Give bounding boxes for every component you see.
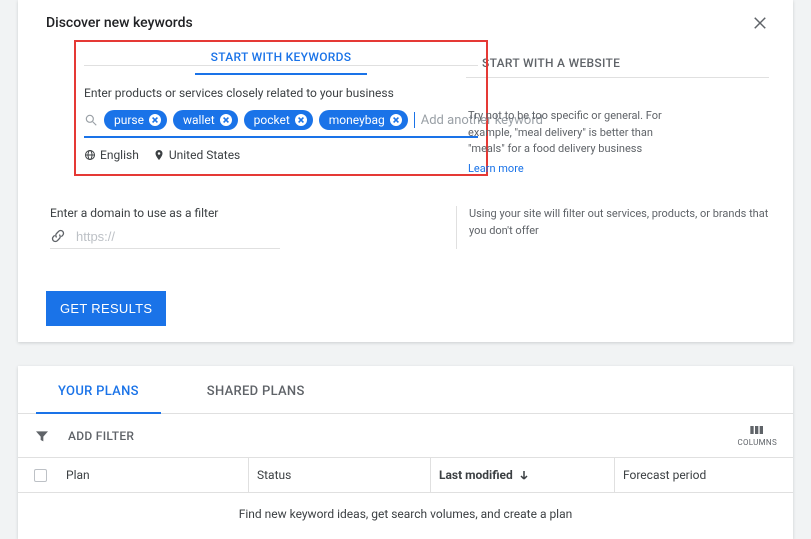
text-cursor (414, 112, 415, 128)
col-plan[interactable]: Plan (18, 458, 248, 492)
keyword-chips-row: purse wallet pocket moneybag Add another… (84, 110, 478, 138)
location-label: United States (169, 148, 240, 162)
sort-down-icon (519, 470, 529, 480)
col-last-modified[interactable]: Last modified (430, 458, 614, 492)
page-title: Discover new keywords (46, 15, 751, 31)
language-selector[interactable]: English (84, 148, 139, 162)
location-icon (153, 149, 165, 161)
domain-hint-text: Using your site will filter out services… (469, 206, 769, 239)
select-all-checkbox[interactable] (34, 469, 47, 482)
search-icon (84, 113, 98, 127)
chip-remove-icon[interactable] (220, 114, 232, 126)
columns-label: COLUMNS (737, 438, 777, 447)
plans-tabs: YOUR PLANS SHARED PLANS (18, 366, 793, 414)
tab-shared-plans[interactable]: SHARED PLANS (173, 366, 339, 413)
link-icon (50, 228, 66, 244)
filter-row: ADD FILTER COLUMNS (18, 414, 793, 458)
empty-state-message: Find new keyword ideas, get search volum… (18, 493, 793, 539)
filter-icon[interactable] (34, 428, 50, 444)
targeting-row: English United States (76, 138, 486, 162)
get-results-button[interactable]: GET RESULTS (46, 291, 166, 326)
keywords-hint-block: Try not to be too specific or general. F… (468, 108, 678, 176)
card-header: Discover new keywords (18, 0, 793, 40)
chip-label: wallet (183, 113, 215, 127)
globe-icon (84, 149, 96, 161)
tab-start-website[interactable]: START WITH A WEBSITE (466, 48, 636, 80)
add-filter-button[interactable]: ADD FILTER (68, 429, 134, 443)
tab-your-plans[interactable]: YOUR PLANS (24, 366, 173, 413)
location-selector[interactable]: United States (153, 148, 240, 162)
tab-start-keywords[interactable]: START WITH KEYWORDS (195, 42, 368, 74)
col-status[interactable]: Status (248, 458, 430, 492)
chip-label: moneybag (329, 113, 385, 127)
columns-icon (749, 424, 765, 436)
plans-card: YOUR PLANS SHARED PLANS ADD FILTER COLUM… (18, 366, 793, 539)
keyword-chip: pocket (244, 110, 313, 130)
learn-more-link[interactable]: Learn more (468, 162, 524, 175)
keywords-highlight-box: START WITH KEYWORDS Enter products or se… (74, 40, 488, 176)
chip-remove-icon[interactable] (295, 114, 307, 126)
close-icon[interactable] (751, 14, 769, 32)
columns-button[interactable]: COLUMNS (737, 424, 777, 447)
chip-remove-icon[interactable] (149, 114, 161, 126)
keyword-chip: moneybag (319, 110, 408, 130)
domain-input[interactable] (76, 229, 280, 244)
chip-label: pocket (254, 113, 290, 127)
chip-remove-icon[interactable] (390, 114, 402, 126)
domain-filter-section: Enter a domain to use as a filter Using … (46, 206, 769, 249)
keyword-chip: purse (104, 110, 167, 130)
plans-table-header: Plan Status Last modified Forecast perio… (18, 458, 793, 493)
chip-label: purse (114, 113, 144, 127)
hint-text: Try not to be too specific or general. F… (468, 108, 678, 158)
col-forecast[interactable]: Forecast period (614, 458, 793, 492)
discover-keywords-card: Discover new keywords START WITH A WEBSI… (18, 0, 793, 342)
domain-filter-label: Enter a domain to use as a filter (50, 206, 416, 220)
language-label: English (100, 148, 139, 162)
keyword-chip: wallet (173, 110, 238, 130)
